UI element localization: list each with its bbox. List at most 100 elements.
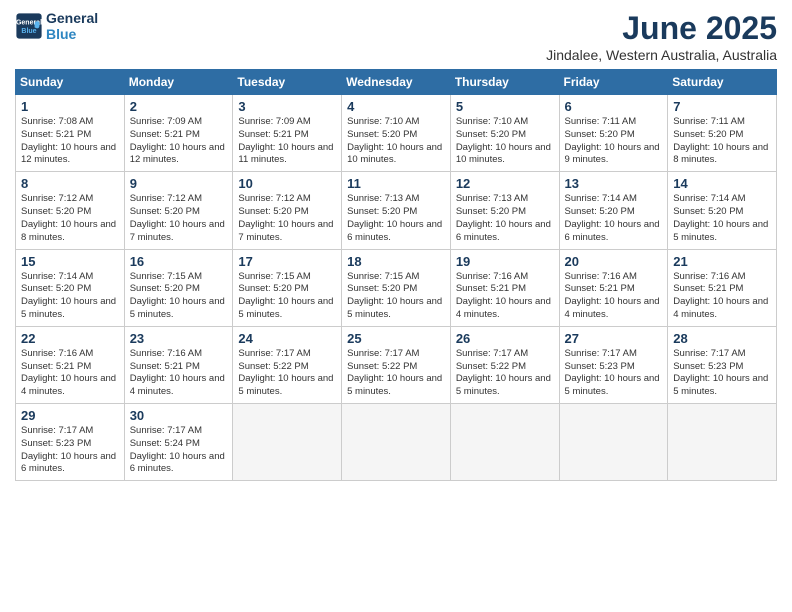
day-number: 14 — [673, 176, 771, 191]
day-info: Sunrise: 7:16 AM Sunset: 5:21 PM Dayligh… — [21, 348, 119, 399]
calendar-day-cell: 5 Sunrise: 7:10 AM Sunset: 5:20 PM Daylig… — [450, 95, 559, 172]
day-info: Sunrise: 7:15 AM Sunset: 5:20 PM Dayligh… — [347, 271, 445, 322]
day-info: Sunrise: 7:14 AM Sunset: 5:20 PM Dayligh… — [673, 193, 771, 244]
calendar-day-cell: 21 Sunrise: 7:16 AM Sunset: 5:21 PM Dayli… — [668, 249, 777, 326]
day-number: 17 — [238, 254, 336, 269]
calendar-day-cell: 14 Sunrise: 7:14 AM Sunset: 5:20 PM Dayli… — [668, 172, 777, 249]
day-number: 10 — [238, 176, 336, 191]
calendar-day-cell: 25 Sunrise: 7:17 AM Sunset: 5:22 PM Dayli… — [342, 326, 451, 403]
calendar-day-cell: 13 Sunrise: 7:14 AM Sunset: 5:20 PM Dayli… — [559, 172, 668, 249]
day-info: Sunrise: 7:11 AM Sunset: 5:20 PM Dayligh… — [565, 116, 663, 167]
day-info: Sunrise: 7:08 AM Sunset: 5:21 PM Dayligh… — [21, 116, 119, 167]
calendar-week-row: 29 Sunrise: 7:17 AM Sunset: 5:23 PM Dayli… — [16, 404, 777, 481]
calendar-day-cell — [559, 404, 668, 481]
day-info: Sunrise: 7:13 AM Sunset: 5:20 PM Dayligh… — [347, 193, 445, 244]
day-info: Sunrise: 7:15 AM Sunset: 5:20 PM Dayligh… — [130, 271, 228, 322]
calendar-day-cell: 2 Sunrise: 7:09 AM Sunset: 5:21 PM Daylig… — [124, 95, 233, 172]
calendar-day-cell: 10 Sunrise: 7:12 AM Sunset: 5:20 PM Dayli… — [233, 172, 342, 249]
day-info: Sunrise: 7:12 AM Sunset: 5:20 PM Dayligh… — [130, 193, 228, 244]
day-number: 28 — [673, 331, 771, 346]
day-number: 9 — [130, 176, 228, 191]
calendar-day-cell — [450, 404, 559, 481]
day-number: 6 — [565, 99, 663, 114]
logo-icon: General Blue — [15, 12, 43, 40]
calendar-day-cell: 9 Sunrise: 7:12 AM Sunset: 5:20 PM Daylig… — [124, 172, 233, 249]
calendar-day-cell: 4 Sunrise: 7:10 AM Sunset: 5:20 PM Daylig… — [342, 95, 451, 172]
day-number: 27 — [565, 331, 663, 346]
day-info: Sunrise: 7:16 AM Sunset: 5:21 PM Dayligh… — [456, 271, 554, 322]
day-number: 11 — [347, 176, 445, 191]
svg-text:Blue: Blue — [21, 28, 36, 35]
day-info: Sunrise: 7:10 AM Sunset: 5:20 PM Dayligh… — [456, 116, 554, 167]
day-number: 15 — [21, 254, 119, 269]
calendar-day-cell: 30Sunrise: 7:17 AM Sunset: 5:24 PM Dayli… — [124, 404, 233, 481]
col-saturday: Saturday — [668, 70, 777, 95]
calendar-week-row: 15 Sunrise: 7:14 AM Sunset: 5:20 PM Dayli… — [16, 249, 777, 326]
day-info: Sunrise: 7:14 AM Sunset: 5:20 PM Dayligh… — [21, 271, 119, 322]
day-info: Sunrise: 7:17 AM Sunset: 5:23 PM Dayligh… — [565, 348, 663, 399]
day-info: Sunrise: 7:10 AM Sunset: 5:20 PM Dayligh… — [347, 116, 445, 167]
day-info: Sunrise: 7:17 AM Sunset: 5:22 PM Dayligh… — [347, 348, 445, 399]
calendar-day-cell: 18 Sunrise: 7:15 AM Sunset: 5:20 PM Dayli… — [342, 249, 451, 326]
day-info: Sunrise: 7:13 AM Sunset: 5:20 PM Dayligh… — [456, 193, 554, 244]
day-number: 5 — [456, 99, 554, 114]
day-number: 3 — [238, 99, 336, 114]
day-number: 29 — [21, 408, 119, 423]
calendar-day-cell: 12 Sunrise: 7:13 AM Sunset: 5:20 PM Dayli… — [450, 172, 559, 249]
month-title: June 2025 — [546, 10, 777, 47]
day-info: Sunrise: 7:16 AM Sunset: 5:21 PM Dayligh… — [130, 348, 228, 399]
day-number: 19 — [456, 254, 554, 269]
col-thursday: Thursday — [450, 70, 559, 95]
calendar-day-cell: 1 Sunrise: 7:08 AM Sunset: 5:21 PM Daylig… — [16, 95, 125, 172]
calendar-day-cell: 8Sunrise: 7:12 AM Sunset: 5:20 PM Daylig… — [16, 172, 125, 249]
day-info: Sunrise: 7:16 AM Sunset: 5:21 PM Dayligh… — [673, 271, 771, 322]
day-info: Sunrise: 7:16 AM Sunset: 5:21 PM Dayligh… — [565, 271, 663, 322]
day-number: 8 — [21, 176, 119, 191]
day-number: 25 — [347, 331, 445, 346]
day-number: 12 — [456, 176, 554, 191]
day-number: 4 — [347, 99, 445, 114]
day-info: Sunrise: 7:17 AM Sunset: 5:22 PM Dayligh… — [238, 348, 336, 399]
location: Jindalee, Western Australia, Australia — [546, 47, 777, 63]
logo-line1: General — [46, 10, 98, 26]
day-number: 7 — [673, 99, 771, 114]
day-number: 18 — [347, 254, 445, 269]
title-block: June 2025 Jindalee, Western Australia, A… — [546, 10, 777, 63]
day-info: Sunrise: 7:17 AM Sunset: 5:23 PM Dayligh… — [21, 425, 119, 476]
day-info: Sunrise: 7:17 AM Sunset: 5:22 PM Dayligh… — [456, 348, 554, 399]
calendar-day-cell: 22Sunrise: 7:16 AM Sunset: 5:21 PM Dayli… — [16, 326, 125, 403]
calendar-week-row: 22Sunrise: 7:16 AM Sunset: 5:21 PM Dayli… — [16, 326, 777, 403]
calendar-header-row: Sunday Monday Tuesday Wednesday Thursday… — [16, 70, 777, 95]
col-tuesday: Tuesday — [233, 70, 342, 95]
col-sunday: Sunday — [16, 70, 125, 95]
day-number: 30 — [130, 408, 228, 423]
logo: General Blue General Blue — [15, 10, 98, 42]
col-wednesday: Wednesday — [342, 70, 451, 95]
day-info: Sunrise: 7:09 AM Sunset: 5:21 PM Dayligh… — [238, 116, 336, 167]
day-info: Sunrise: 7:09 AM Sunset: 5:21 PM Dayligh… — [130, 116, 228, 167]
calendar-day-cell: 20 Sunrise: 7:16 AM Sunset: 5:21 PM Dayli… — [559, 249, 668, 326]
day-info: Sunrise: 7:11 AM Sunset: 5:20 PM Dayligh… — [673, 116, 771, 167]
day-info: Sunrise: 7:14 AM Sunset: 5:20 PM Dayligh… — [565, 193, 663, 244]
calendar: Sunday Monday Tuesday Wednesday Thursday… — [15, 69, 777, 481]
day-info: Sunrise: 7:12 AM Sunset: 5:20 PM Dayligh… — [238, 193, 336, 244]
day-number: 2 — [130, 99, 228, 114]
col-friday: Friday — [559, 70, 668, 95]
calendar-day-cell: 29 Sunrise: 7:17 AM Sunset: 5:23 PM Dayli… — [16, 404, 125, 481]
calendar-day-cell: 15 Sunrise: 7:14 AM Sunset: 5:20 PM Dayli… — [16, 249, 125, 326]
calendar-day-cell: 17Sunrise: 7:15 AM Sunset: 5:20 PM Dayli… — [233, 249, 342, 326]
day-number: 21 — [673, 254, 771, 269]
calendar-day-cell: 7 Sunrise: 7:11 AM Sunset: 5:20 PM Daylig… — [668, 95, 777, 172]
calendar-day-cell — [668, 404, 777, 481]
calendar-day-cell: 11 Sunrise: 7:13 AM Sunset: 5:20 PM Dayli… — [342, 172, 451, 249]
col-monday: Monday — [124, 70, 233, 95]
day-number: 20 — [565, 254, 663, 269]
calendar-week-row: 8 Sunrise: 7:12 AM Sunset: 5:20 PM Daylig… — [16, 172, 777, 249]
calendar-day-cell: 19 Sunrise: 7:16 AM Sunset: 5:21 PM Dayli… — [450, 249, 559, 326]
day-number: 1 — [21, 99, 119, 114]
day-number: 24 — [238, 331, 336, 346]
day-number: 13 — [565, 176, 663, 191]
day-number: 26 — [456, 331, 554, 346]
day-number: 23 — [130, 331, 228, 346]
calendar-day-cell: 27 Sunrise: 7:17 AM Sunset: 5:23 PM Dayli… — [559, 326, 668, 403]
